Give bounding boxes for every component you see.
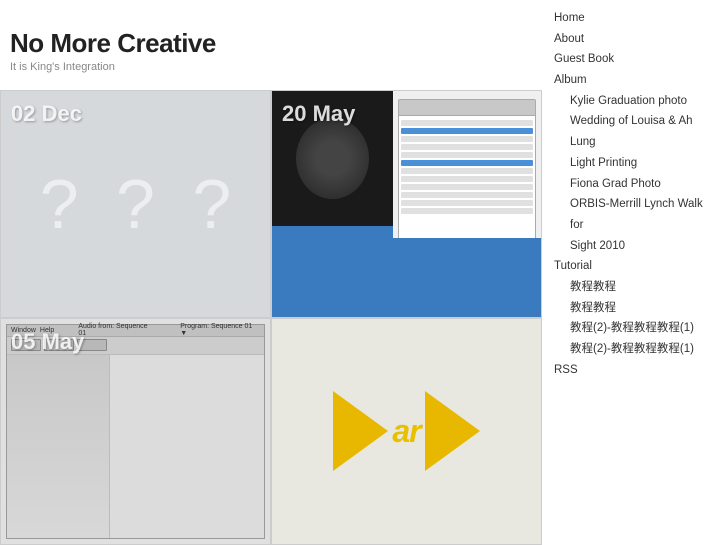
nav-tutorial-2[interactable]: 教程教程 xyxy=(554,298,715,319)
nav-album-wedding[interactable]: Wedding of Louisa & Ah Lung xyxy=(554,111,715,152)
main-content: No More Creative It is King's Integratio… xyxy=(0,0,542,545)
post-2-date: 20 May xyxy=(282,101,355,127)
software-window: Window Help Audio from: Sequence 01 Prog… xyxy=(6,324,265,540)
nav-home[interactable]: Home xyxy=(554,8,715,29)
nav-album-fiona[interactable]: Fiona Grad Photo xyxy=(554,174,715,195)
nav-album-light[interactable]: Light Printing xyxy=(554,153,715,174)
post-1[interactable]: 02 Dec ? ? ? xyxy=(0,90,271,318)
logo-text: ar xyxy=(392,413,420,450)
nav-album-kylie[interactable]: Kylie Graduation photo xyxy=(554,91,715,112)
arrow-shape-1 xyxy=(333,391,388,471)
nav-tutorial-3[interactable]: 教程(2)-教程教程教程(1) xyxy=(554,318,715,339)
nav-rss[interactable]: RSS xyxy=(554,360,715,381)
arrow-shape-2 xyxy=(425,391,480,471)
post-4[interactable]: ar xyxy=(271,318,542,545)
nav-album[interactable]: Album xyxy=(554,70,715,91)
posts-grid: 02 Dec ? ? ? 20 May xyxy=(0,90,542,545)
nav-tutorial[interactable]: Tutorial xyxy=(554,256,715,277)
post-1-date: 02 Dec xyxy=(11,101,82,127)
site-title: No More Creative xyxy=(10,28,542,59)
post-2[interactable]: 20 May xyxy=(271,90,542,318)
nav-tutorial-4[interactable]: 教程(2)-教程教程教程(1) xyxy=(554,339,715,360)
nav-about[interactable]: About xyxy=(554,29,715,50)
nav-tutorial-1[interactable]: 教程教程 xyxy=(554,277,715,298)
sw-content xyxy=(7,355,264,539)
nav-album-orbis[interactable]: ORBIS-Merrill Lynch Walk for xyxy=(554,194,715,235)
post-3-date: 05 May xyxy=(11,329,84,355)
site-header: No More Creative It is King's Integratio… xyxy=(0,0,542,83)
navigation: Home About Guest Book Album Kylie Gradua… xyxy=(542,0,727,388)
nav-guestbook[interactable]: Guest Book xyxy=(554,49,715,70)
post-4-content: ar xyxy=(272,319,541,545)
post-2-bottom xyxy=(272,238,541,317)
site-subtitle: It is King's Integration xyxy=(10,61,542,73)
post-3[interactable]: 05 May Window Help Audio from: Sequence … xyxy=(0,318,271,545)
nav-album-sight[interactable]: Sight 2010 xyxy=(554,236,715,257)
